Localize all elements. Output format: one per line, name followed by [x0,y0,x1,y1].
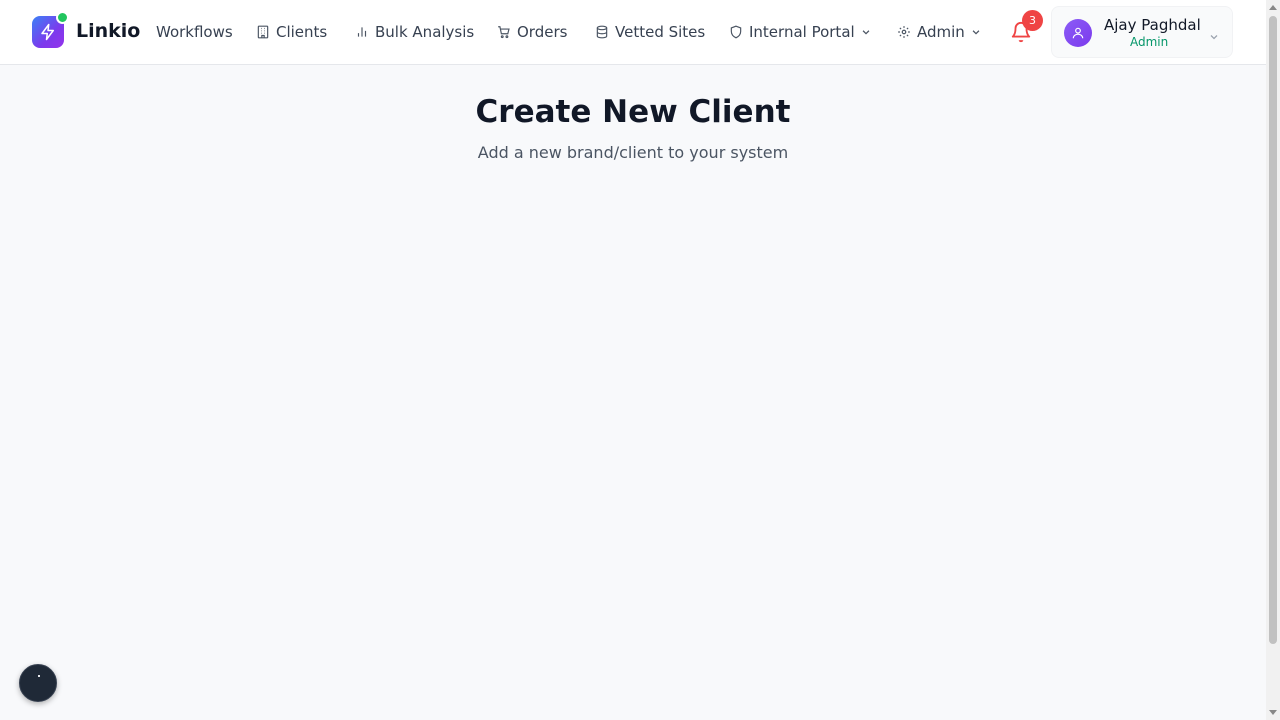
cart-icon [497,25,511,39]
online-status-dot [56,11,69,24]
gear-icon [897,25,911,39]
nav-internal-portal-label: Internal Portal [749,23,855,41]
scroll-down-arrow-icon[interactable] [1269,710,1277,715]
nav-clients-label: Clients [276,23,328,41]
vertical-scrollbar[interactable] [1266,0,1280,720]
nav-internal-portal[interactable]: Internal Portal [729,20,871,44]
chevron-down-icon [861,27,871,37]
nav-bulk-analysis-label: Bulk Analysis [375,23,475,41]
avatar [1064,19,1092,47]
nav-workflows[interactable]: Workflows [156,20,233,44]
user-name: Ajay Paghdal [1104,16,1201,34]
nav-clients[interactable]: Clients [256,20,327,44]
chat-icon [38,675,40,677]
bar-chart-icon [355,25,369,39]
nav-orders-label: Orders [517,23,568,41]
nav-vetted-sites[interactable]: Vetted Sites [595,20,705,44]
nav-bulk-analysis[interactable]: Bulk Analysis [355,20,474,44]
nav-workflows-label: Workflows [156,23,233,41]
brand-name[interactable]: Linkio [76,19,140,43]
page-subtitle: Add a new brand/client to your system [477,143,789,162]
user-menu[interactable]: Ajay Paghdal Admin [1051,6,1233,58]
nav-vetted-sites-label: Vetted Sites [615,23,706,41]
chevron-down-icon [971,27,981,37]
help-chat-button[interactable] [19,664,57,702]
database-icon [595,25,609,39]
page-title: Create New Client [475,94,791,130]
notification-count-badge: 3 [1022,10,1043,31]
scrollbar-thumb[interactable] [1269,16,1277,644]
top-navigation-bar: Linkio Workflows Clients Bulk Analysis O… [0,0,1266,65]
scroll-up-arrow-icon[interactable] [1269,5,1277,10]
user-role: Admin [1130,35,1169,49]
building-icon [256,25,270,39]
nav-admin[interactable]: Admin [897,20,981,44]
nav-admin-label: Admin [917,23,965,41]
nav-orders[interactable]: Orders [497,20,567,44]
chevron-down-icon [1208,28,1220,40]
shield-icon [729,25,743,39]
